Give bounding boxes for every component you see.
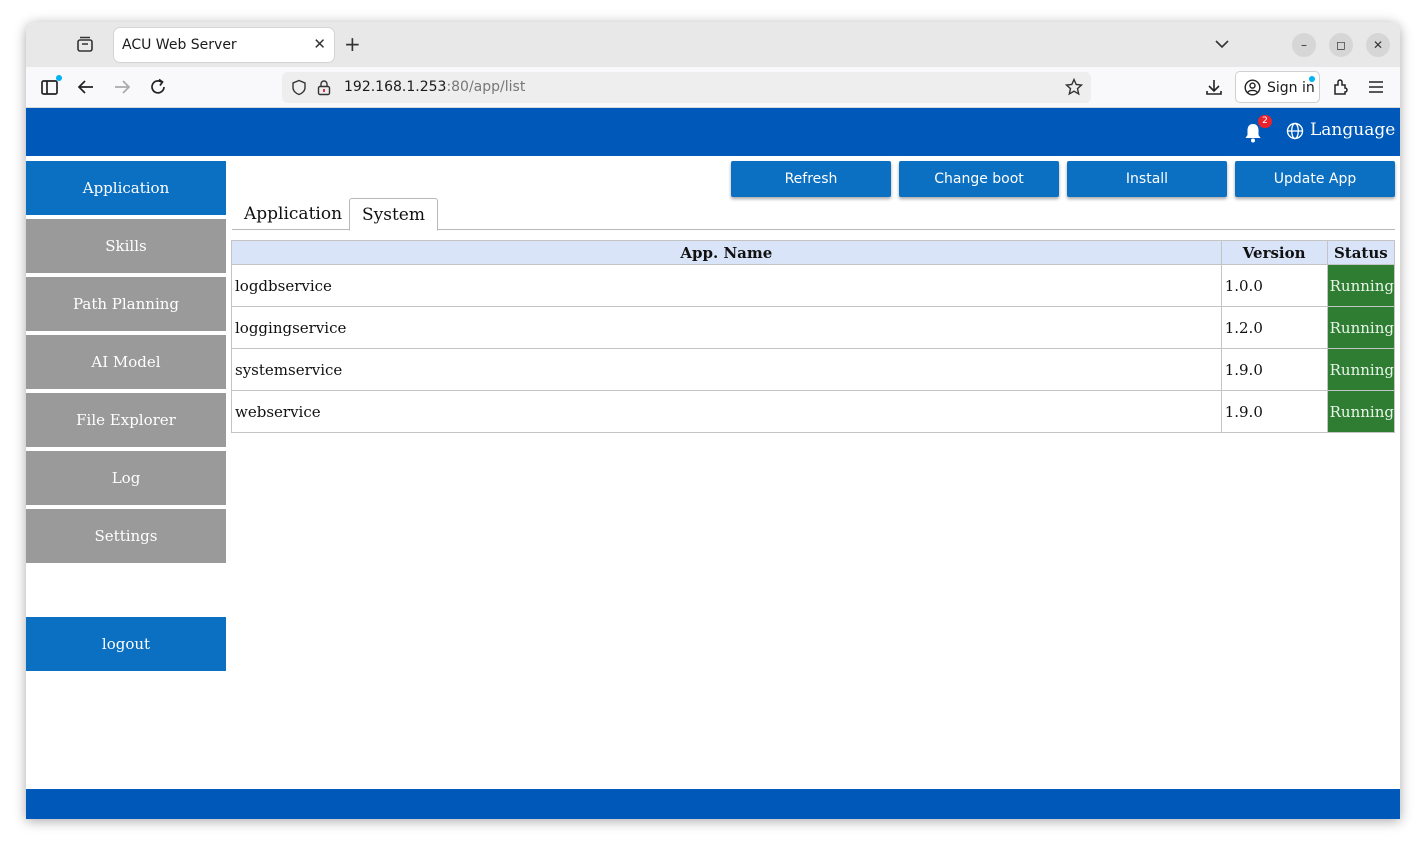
close-window-button[interactable]: ✕ [1366,33,1390,57]
app-name-cell: webservice [231,390,1222,433]
apps-table: App. Name Version Status logdbservice 1.… [231,240,1396,433]
shield-icon[interactable] [291,79,307,96]
url-text[interactable]: 192.168.1.253:80/app/list [344,79,525,95]
status-cell: Running [1326,306,1396,349]
sign-in-dot [1309,76,1315,82]
notification-dot [56,75,62,81]
close-tab-icon[interactable]: ✕ [313,35,326,53]
sidebar-item-ai-model[interactable]: AI Model [26,335,226,389]
url-path: :80/app/list [446,79,526,95]
table-row[interactable]: systemservice 1.9.0 Running [231,348,1396,391]
logout-button[interactable]: logout [26,617,226,671]
status-cell: Running [1326,264,1396,307]
tab-system[interactable]: System [349,198,438,231]
sidebar-item-file-explorer[interactable]: File Explorer [26,393,226,447]
sidebar-item-settings[interactable]: Settings [26,509,226,563]
tab-title: ACU Web Server [122,37,237,53]
language-selector[interactable]: Language [1310,120,1395,140]
app-tabs: Application System [232,198,1395,231]
new-tab-button[interactable]: + [344,32,361,56]
app-name-cell: logdbservice [231,264,1222,307]
navigation-bar: 192.168.1.253:80/app/list Sign in [26,67,1400,108]
app-name-cell: systemservice [231,348,1222,391]
status-cell: Running [1326,390,1396,433]
app-name-cell: loggingservice [231,306,1222,349]
address-bar[interactable]: 192.168.1.253:80/app/list [282,72,1091,103]
menu-icon[interactable] [1366,77,1386,97]
globe-icon[interactable] [1286,122,1304,140]
sidebar-item-application[interactable]: Application [26,161,226,215]
url-host: 192.168.1.253 [344,79,447,95]
browser-window: ACU Web Server ✕ + – ◻ ✕ 192.168.1.253:8… [26,22,1400,819]
table-row[interactable]: logdbservice 1.0.0 Running [231,264,1396,307]
download-icon[interactable] [1204,77,1224,97]
notification-badge: 2 [1258,115,1272,128]
table-row[interactable]: webservice 1.9.0 Running [231,390,1396,433]
column-header-version[interactable]: Version [1220,240,1328,265]
extensions-icon[interactable] [1331,77,1351,97]
table-row[interactable]: loggingservice 1.2.0 Running [231,306,1396,349]
sign-in-button[interactable]: Sign in [1235,71,1320,103]
column-header-status[interactable]: Status [1326,240,1396,265]
chevron-down-icon[interactable] [1212,34,1232,54]
minimize-button[interactable]: – [1292,33,1316,57]
bookmark-star-icon[interactable] [1065,78,1083,96]
app-header: 2 Language [26,108,1400,156]
table-header-row: App. Name Version Status [231,240,1396,265]
reload-icon[interactable] [148,77,168,97]
version-cell: 1.2.0 [1220,306,1328,349]
tab-list-icon[interactable] [74,34,96,56]
sidebar-item-log[interactable]: Log [26,451,226,505]
account-icon [1244,79,1261,96]
column-header-app-name[interactable]: App. Name [231,240,1222,265]
version-cell: 1.0.0 [1220,264,1328,307]
update-app-button[interactable]: Update App [1235,161,1395,197]
browser-tab[interactable]: ACU Web Server ✕ [114,28,334,62]
back-arrow-icon[interactable] [76,77,96,97]
status-cell: Running [1326,348,1396,391]
sidebar-item-skills[interactable]: Skills [26,219,226,273]
version-cell: 1.9.0 [1220,390,1328,433]
lock-warning-icon[interactable] [316,79,332,96]
maximize-button[interactable]: ◻ [1329,33,1353,57]
app-footer [26,789,1400,819]
sign-in-label: Sign in [1267,80,1315,96]
sidebar-item-path-planning[interactable]: Path Planning [26,277,226,331]
page-content: 2 Language Application Skills Path Plann… [26,108,1400,819]
refresh-button[interactable]: Refresh [731,161,891,197]
forward-arrow-icon[interactable] [112,77,132,97]
tab-application[interactable]: Application [232,198,354,230]
install-button[interactable]: Install [1067,161,1227,197]
tab-strip: ACU Web Server ✕ + – ◻ ✕ [26,22,1400,67]
version-cell: 1.9.0 [1220,348,1328,391]
change-boot-button[interactable]: Change boot [899,161,1059,197]
